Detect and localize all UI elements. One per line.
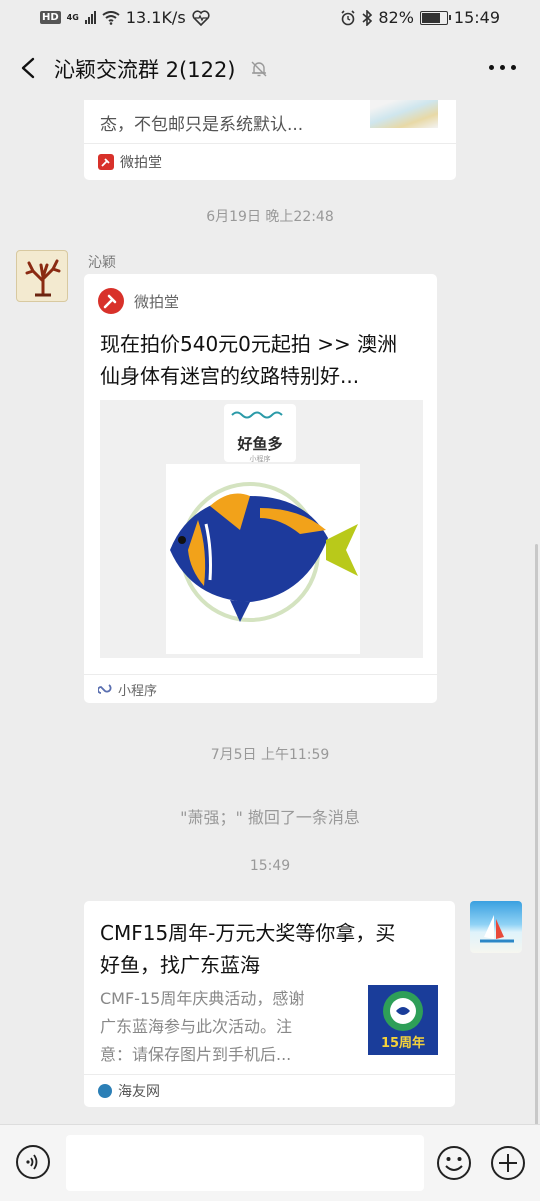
alarm-icon: [341, 9, 355, 25]
sender-avatar[interactable]: [16, 250, 68, 302]
card-title-line2: 仙身体有迷宫的纹路特别好...: [100, 364, 360, 388]
network-speed: 13.1K/s: [125, 8, 186, 27]
article-desc-line2: 广东蓝海参与此次活动。注: [100, 1017, 293, 1036]
card-description: 态，不包邮只是系统默认...: [100, 115, 304, 135]
chat-header: 沁颖交流群 2(122): [0, 36, 540, 100]
hd-indicator: HD: [40, 11, 61, 24]
emoji-button-icon[interactable]: [436, 1145, 472, 1181]
article-title-line1: CMF15周年-万元大奖等你拿，买: [100, 921, 396, 945]
network-type: 4G: [66, 12, 79, 22]
voice-icon: [26, 1154, 38, 1170]
timestamp: 15:49: [249, 858, 291, 874]
anniversary-badge-text: 15周年: [380, 1036, 426, 1051]
chat-messages[interactable]: 态，不包邮只是系统默认... 微拍堂 6月19日 晚上22:48 沁颖 微拍堂 …: [0, 100, 540, 1124]
input-bar: [0, 1124, 540, 1201]
sender-name: 沁颖: [88, 255, 116, 271]
article-source: 海友网: [84, 1074, 455, 1107]
angelfish-illustration: [170, 482, 358, 622]
article-desc-line3: 意：请保存图片到手机后...: [100, 1045, 292, 1064]
wifi-icon: [102, 10, 120, 25]
chat-title: 沁颖交流群 2(122): [54, 58, 236, 82]
fish-image: 好鱼多 小程序: [100, 400, 423, 658]
back-arrow-icon[interactable]: [18, 56, 40, 80]
health-heart-icon: [192, 9, 210, 26]
card-source: 微拍堂: [84, 143, 456, 180]
timestamp: 7月5日 上午11:59: [210, 747, 330, 763]
mute-bell-icon: [251, 61, 267, 77]
mini-program-name: 微拍堂: [134, 292, 180, 311]
timestamp: 6月19日 晚上22:48: [206, 209, 334, 225]
coral-avatar-image: [25, 259, 61, 297]
weipaitang-logo-icon: [98, 154, 114, 170]
scrollbar[interactable]: [535, 544, 538, 1124]
clock: 15:49: [453, 8, 500, 27]
recall-notice: "萧强；" 撤回了一条消息: [180, 808, 360, 827]
bluetooth-icon: [362, 9, 373, 26]
mini-program-footer: 小程序: [84, 674, 437, 703]
weipaitang-logo-icon: [98, 288, 124, 314]
shared-link-card[interactable]: 态，不包邮只是系统默认... 微拍堂: [84, 100, 456, 180]
card-title-line1: 现在拍价540元0元起拍 >> 澳洲: [100, 332, 398, 356]
card-thumbnail: [370, 100, 438, 128]
article-desc-line1: CMF-15周年庆典活动，感谢: [100, 989, 305, 1008]
article-thumbnail: 15周年: [368, 985, 438, 1055]
battery-percent: 82%: [378, 8, 414, 27]
battery-icon: [419, 10, 451, 25]
haiyou-logo-icon: [98, 1084, 112, 1098]
beach-avatar-image: [480, 915, 514, 943]
voice-input-button[interactable]: [16, 1145, 50, 1179]
message-input[interactable]: [66, 1135, 424, 1191]
more-functions-plus-icon[interactable]: [490, 1145, 526, 1181]
status-bar: HD 4G 13.1K/s 82% 15:49: [0, 0, 540, 36]
more-options-button[interactable]: [489, 65, 516, 70]
signal-icon: [84, 11, 96, 24]
my-avatar[interactable]: [470, 901, 522, 953]
article-title-line2: 好鱼，找广东蓝海: [100, 953, 260, 977]
shared-article-card[interactable]: CMF15周年-万元大奖等你拿，买 好鱼，找广东蓝海 CMF-15周年庆典活动，…: [84, 901, 455, 1107]
mini-program-icon: [98, 684, 112, 694]
mini-program-card[interactable]: 微拍堂 现在拍价540元0元起拍 >> 澳洲 仙身体有迷宫的纹路特别好... 好…: [84, 274, 437, 703]
